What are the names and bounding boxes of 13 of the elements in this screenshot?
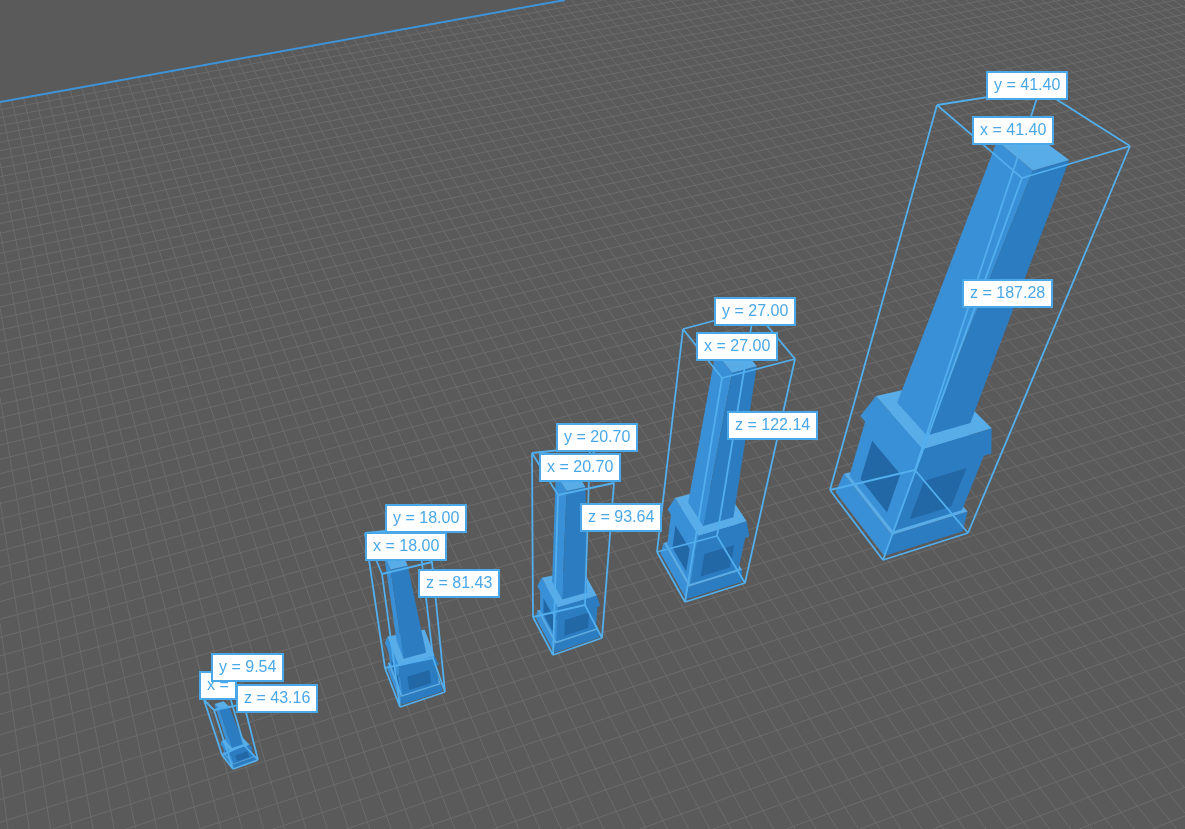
dimension-label: x = 20.70 <box>539 453 622 482</box>
dimension-label: x = 27.00 <box>696 332 779 361</box>
dimension-label: x = 18.00 <box>365 532 448 561</box>
dimension-label: y = 41.40 <box>986 71 1069 100</box>
dimension-label: x = 41.40 <box>972 116 1055 145</box>
dimension-label: z = 81.43 <box>418 569 501 598</box>
dimension-label: y = 27.00 <box>714 297 797 326</box>
dimension-label: z = 122.14 <box>727 411 819 440</box>
dimension-label: z = 43.16 <box>236 684 319 713</box>
dimension-label: z = 187.28 <box>962 279 1054 308</box>
dimension-label: z = 93.64 <box>580 503 663 532</box>
dimension-label: y = 18.00 <box>385 504 468 533</box>
dimension-label: y = 20.70 <box>556 423 639 452</box>
